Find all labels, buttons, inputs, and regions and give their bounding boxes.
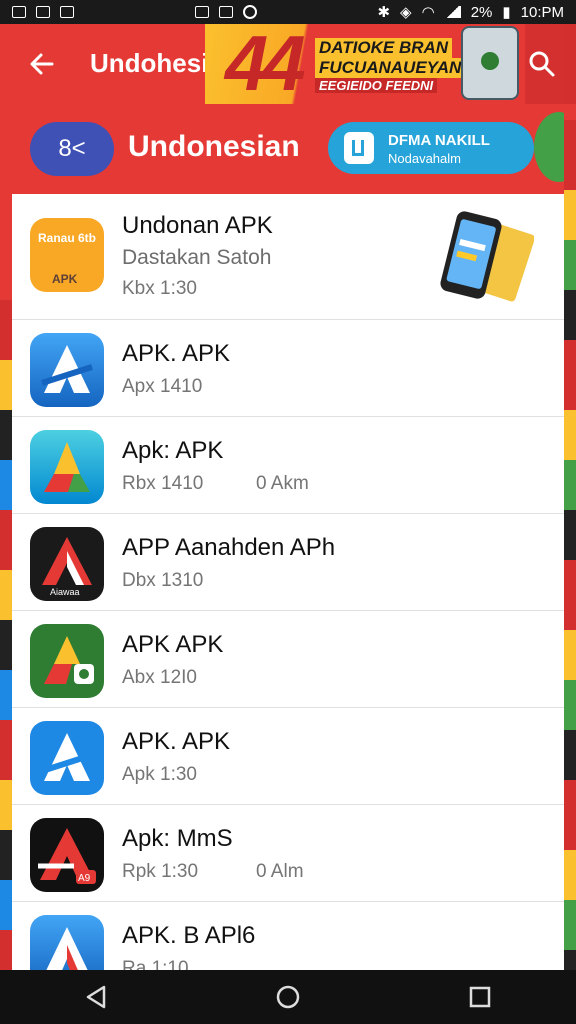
- app-name: APK. B APl6: [122, 922, 256, 949]
- app-size: Rbx 1410: [122, 473, 204, 494]
- download-pill-button[interactable]: DFMA NAKILL Nodavahalm: [328, 122, 534, 174]
- app-size: Dbx 1310: [122, 570, 204, 591]
- list-item[interactable]: Apk: APK Rbx 1410 0 Akm: [12, 417, 564, 514]
- usb-notification-icon: [60, 6, 74, 18]
- orange-badge-icon: Ranau 6tb APK: [30, 218, 104, 292]
- vibrate-icon: ◈: [400, 4, 412, 21]
- app-subtitle: Dastakan Satoh: [122, 246, 272, 269]
- battery-icon: ▮: [502, 4, 511, 21]
- category-header: 8< Undonesian DFMA NAKILL Nodavahalm: [12, 104, 564, 194]
- status-bar: ✱ ◈ ◠ 2% ▮ 10:PM: [0, 0, 576, 24]
- download-icon: [344, 132, 374, 164]
- app-name: Undonan APK: [122, 212, 273, 239]
- decor-blob: [534, 112, 564, 182]
- background-decor-right: [564, 120, 576, 980]
- list-item[interactable]: APK. APK Apx 1410: [12, 320, 564, 417]
- app-size: Ra 1:10: [122, 958, 189, 970]
- nav-home-icon[interactable]: [268, 977, 308, 1017]
- banner-logo-icon: 44: [225, 24, 306, 104]
- app-size: Kbx 1:30: [122, 278, 197, 299]
- banner-line-2: FUCUANAUEYAN: [315, 58, 466, 78]
- icon-label: Ranau 6tb: [38, 231, 97, 245]
- app-name: Apk: APK: [122, 437, 224, 464]
- app-size: Rpk 1:30: [122, 861, 199, 882]
- wifi-icon: ◠: [421, 4, 435, 21]
- app-extra: 0 Akm: [256, 473, 309, 494]
- save-notification-icon: [218, 6, 233, 18]
- banner-line-3: EEGIEIDO FEEDNI: [315, 78, 438, 93]
- battery-text: 2%: [470, 3, 493, 21]
- icon-label: Aiawaa: [50, 587, 80, 597]
- icon-apk-label: APK: [52, 272, 78, 286]
- app-name: APK. APK: [122, 340, 231, 367]
- list-item[interactable]: Aiawaa APP Aanahden APh Dbx 1310: [12, 514, 564, 611]
- system-navigation-bar: [0, 970, 576, 1024]
- phone-illustration-icon: [440, 211, 534, 302]
- nav-back-icon[interactable]: [76, 977, 116, 1017]
- back-arrow-icon[interactable]: [26, 48, 58, 80]
- app-name: APK APK: [122, 631, 224, 658]
- app-toolbar: Undohesin 44 DATIOKE BRAN FUCUANAUEYAN E…: [0, 24, 576, 104]
- alert-notification-icon: [194, 6, 209, 18]
- list-item[interactable]: Ranau 6tb APK Undonan APK Dastakan Satoh…: [12, 194, 564, 320]
- app-extra: 0 Alm: [256, 861, 304, 882]
- pill-line-1: DFMA NAKILL: [388, 132, 490, 149]
- list-item[interactable]: APK. B APl6 Ra 1:10: [12, 902, 564, 970]
- category-title: Undonesian: [128, 130, 300, 163]
- chart-notification-icon: [36, 6, 50, 18]
- clock: 10:PM: [520, 3, 564, 21]
- signal-icon: [444, 6, 461, 18]
- search-icon[interactable]: [528, 50, 556, 78]
- blue-a-icon: [30, 721, 104, 795]
- app-name: APP Aanahden APh: [122, 534, 336, 561]
- list-item[interactable]: APK. APK Apk 1:30: [12, 708, 564, 805]
- bluetooth-icon: ✱: [377, 4, 391, 21]
- nav-recents-icon[interactable]: [460, 977, 500, 1017]
- gallery-notification-icon: [12, 6, 26, 18]
- pill-line-2: Nodavahalm: [388, 151, 461, 166]
- app-name: Apk: MmS: [122, 825, 233, 852]
- multicolor-a-icon: [30, 430, 104, 504]
- app-size: Apk 1:30: [122, 764, 197, 785]
- app-list: Ranau 6tb APK Undonan APK Dastakan Satoh…: [12, 194, 564, 970]
- red-a-icon: A9: [30, 818, 104, 892]
- list-item[interactable]: APK APK Abx 12I0: [12, 611, 564, 708]
- blue-a-icon: [30, 333, 104, 407]
- list-item[interactable]: A9 Apk: MmS Rpk 1:30 0 Alm: [12, 805, 564, 902]
- black-a-icon: Aiawaa: [30, 527, 104, 601]
- banner-line-1: DATIOKE BRAN: [315, 38, 453, 58]
- promo-banner[interactable]: 44 DATIOKE BRAN FUCUANAUEYAN EEGIEIDO FE…: [205, 24, 525, 104]
- app-size: Apx 1410: [122, 376, 203, 397]
- sync-notification-icon: [242, 5, 257, 19]
- green-a-icon: [30, 624, 104, 698]
- icon-label: A9: [78, 873, 91, 884]
- share-button[interactable]: 8<: [30, 122, 114, 176]
- phone-icon: [461, 26, 519, 100]
- app-size: Abx 12I0: [122, 667, 197, 688]
- blue-red-a-icon: [30, 915, 104, 970]
- app-name: APK. APK: [122, 728, 231, 755]
